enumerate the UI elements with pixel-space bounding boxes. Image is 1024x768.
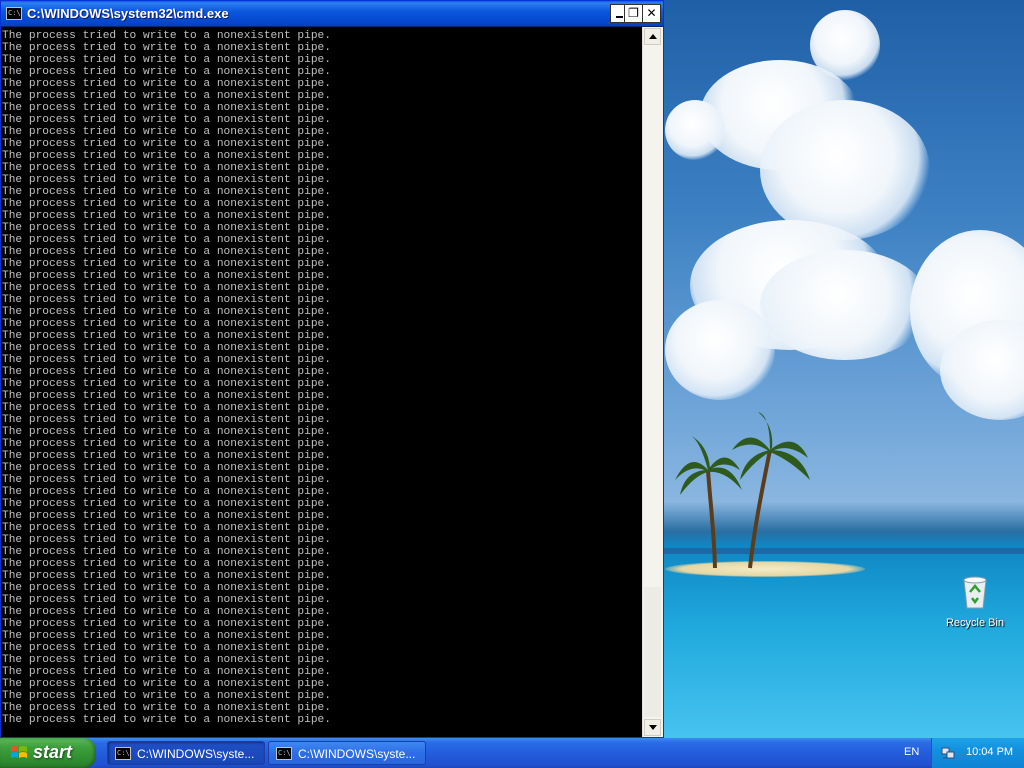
console-line: The process tried to write to a nonexist… — [2, 222, 331, 234]
scroll-down-arrow-icon[interactable] — [644, 719, 661, 736]
console-line: The process tried to write to a nonexist… — [2, 570, 331, 582]
console-line: The process tried to write to a nonexist… — [2, 318, 331, 330]
console-line: The process tried to write to a nonexist… — [2, 582, 331, 594]
cloud — [810, 10, 880, 80]
console-line: The process tried to write to a nonexist… — [2, 594, 331, 606]
taskbar: start C:\ C:\WINDOWS\syste... C:\ C:\WIN… — [0, 738, 1024, 768]
scroll-up-arrow-icon[interactable] — [644, 28, 661, 45]
console-line: The process tried to write to a nonexist… — [2, 618, 331, 630]
console-app-icon[interactable]: C:\ — [6, 7, 22, 20]
console-line: The process tried to write to a nonexist… — [2, 690, 331, 702]
console-line: The process tried to write to a nonexist… — [2, 90, 331, 102]
console-line: The process tried to write to a nonexist… — [2, 126, 331, 138]
console-line: The process tried to write to a nonexist… — [2, 462, 331, 474]
console-line: The process tried to write to a nonexist… — [2, 426, 331, 438]
console-line: The process tried to write to a nonexist… — [2, 510, 331, 522]
console-line: The process tried to write to a nonexist… — [2, 498, 331, 510]
taskbar-button-label: C:\WINDOWS\syste... — [137, 747, 255, 761]
minimize-icon — [616, 16, 623, 18]
console-line: The process tried to write to a nonexist… — [2, 102, 331, 114]
network-icon[interactable] — [940, 745, 956, 761]
console-line: The process tried to write to a nonexist… — [2, 366, 331, 378]
console-line: The process tried to write to a nonexist… — [2, 66, 331, 78]
console-line: The process tried to write to a nonexist… — [2, 114, 331, 126]
console-line: The process tried to write to a nonexist… — [2, 630, 331, 642]
console-line: The process tried to write to a nonexist… — [2, 714, 331, 726]
console-line: The process tried to write to a nonexist… — [2, 390, 331, 402]
console-line: The process tried to write to a nonexist… — [2, 342, 331, 354]
console-line: The process tried to write to a nonexist… — [2, 642, 331, 654]
title-bar[interactable]: C:\ C:\WINDOWS\system32\cmd.exe ❐ ✕ — [1, 1, 663, 26]
vertical-scrollbar[interactable] — [642, 27, 663, 737]
cloud — [665, 300, 775, 400]
language-indicator[interactable]: EN — [904, 746, 919, 758]
console-line: The process tried to write to a nonexist… — [2, 138, 331, 150]
console-line: The process tried to write to a nonexist… — [2, 414, 331, 426]
console-line: The process tried to write to a nonexist… — [2, 666, 331, 678]
console-line: The process tried to write to a nonexist… — [2, 534, 331, 546]
console-line: The process tried to write to a nonexist… — [2, 270, 331, 282]
console-line: The process tried to write to a nonexist… — [2, 234, 331, 246]
scrollbar-thumb[interactable] — [644, 587, 661, 717]
cloud — [760, 100, 930, 240]
console-line: The process tried to write to a nonexist… — [2, 438, 331, 450]
windows-logo-icon — [11, 746, 27, 758]
console-lines: The process tried to write to a nonexist… — [1, 27, 642, 726]
console-line: The process tried to write to a nonexist… — [2, 54, 331, 66]
console-line: The process tried to write to a nonexist… — [2, 78, 331, 90]
close-icon: ✕ — [646, 6, 657, 20]
console-line: The process tried to write to a nonexist… — [2, 210, 331, 222]
console-line: The process tried to write to a nonexist… — [2, 150, 331, 162]
console-line: The process tried to write to a nonexist… — [2, 354, 331, 366]
window-title: C:\WINDOWS\system32\cmd.exe — [27, 6, 229, 21]
restore-button[interactable]: ❐ — [624, 4, 643, 23]
cloud — [760, 250, 930, 360]
console-line: The process tried to write to a nonexist… — [2, 258, 331, 270]
console-line: The process tried to write to a nonexist… — [2, 282, 331, 294]
clock[interactable]: 10:04 PM — [966, 746, 1013, 758]
console-line: The process tried to write to a nonexist… — [2, 330, 331, 342]
recycle-bin-shortcut[interactable]: Recycle Bin — [944, 574, 1006, 629]
console-line: The process tried to write to a nonexist… — [2, 402, 331, 414]
taskbar-button-label: C:\WINDOWS\syste... — [298, 747, 416, 761]
system-tray: 10:04 PM — [931, 738, 1024, 768]
console-line: The process tried to write to a nonexist… — [2, 294, 331, 306]
taskbar-button-cmd-1[interactable]: C:\ C:\WINDOWS\syste... — [107, 741, 265, 765]
recycle-bin-label: Recycle Bin — [945, 617, 1005, 629]
close-button[interactable]: ✕ — [642, 4, 661, 23]
console-line: The process tried to write to a nonexist… — [2, 558, 331, 570]
console-app-icon: C:\ — [276, 747, 292, 760]
restore-icon: ❐ — [628, 6, 639, 20]
palm-trees — [675, 412, 810, 569]
console-line: The process tried to write to a nonexist… — [2, 474, 331, 486]
console-line: The process tried to write to a nonexist… — [2, 522, 331, 534]
console-line: The process tried to write to a nonexist… — [2, 198, 331, 210]
start-label: start — [33, 742, 73, 762]
console-app-icon: C:\ — [115, 747, 131, 760]
console-line: The process tried to write to a nonexist… — [2, 174, 331, 186]
start-button[interactable]: start — [0, 738, 96, 768]
console-line: The process tried to write to a nonexist… — [2, 546, 331, 558]
console-line: The process tried to write to a nonexist… — [2, 678, 331, 690]
console-output[interactable]: The process tried to write to a nonexist… — [1, 27, 642, 737]
console-line: The process tried to write to a nonexist… — [2, 306, 331, 318]
console-line: The process tried to write to a nonexist… — [2, 654, 331, 666]
console-line: The process tried to write to a nonexist… — [2, 702, 331, 714]
recycle-bin-icon — [963, 576, 987, 609]
console-line: The process tried to write to a nonexist… — [2, 42, 331, 54]
cmd-window[interactable]: C:\ C:\WINDOWS\system32\cmd.exe ❐ ✕ The … — [0, 0, 664, 738]
taskbar-button-cmd-2[interactable]: C:\ C:\WINDOWS\syste... — [268, 741, 426, 765]
console-line: The process tried to write to a nonexist… — [2, 450, 331, 462]
console-line: The process tried to write to a nonexist… — [2, 606, 331, 618]
console-line: The process tried to write to a nonexist… — [2, 30, 331, 42]
console-line: The process tried to write to a nonexist… — [2, 186, 331, 198]
cloud — [665, 100, 725, 160]
console-line: The process tried to write to a nonexist… — [2, 246, 331, 258]
console-line: The process tried to write to a nonexist… — [2, 162, 331, 174]
console-line: The process tried to write to a nonexist… — [2, 486, 331, 498]
console-line: The process tried to write to a nonexist… — [2, 378, 331, 390]
